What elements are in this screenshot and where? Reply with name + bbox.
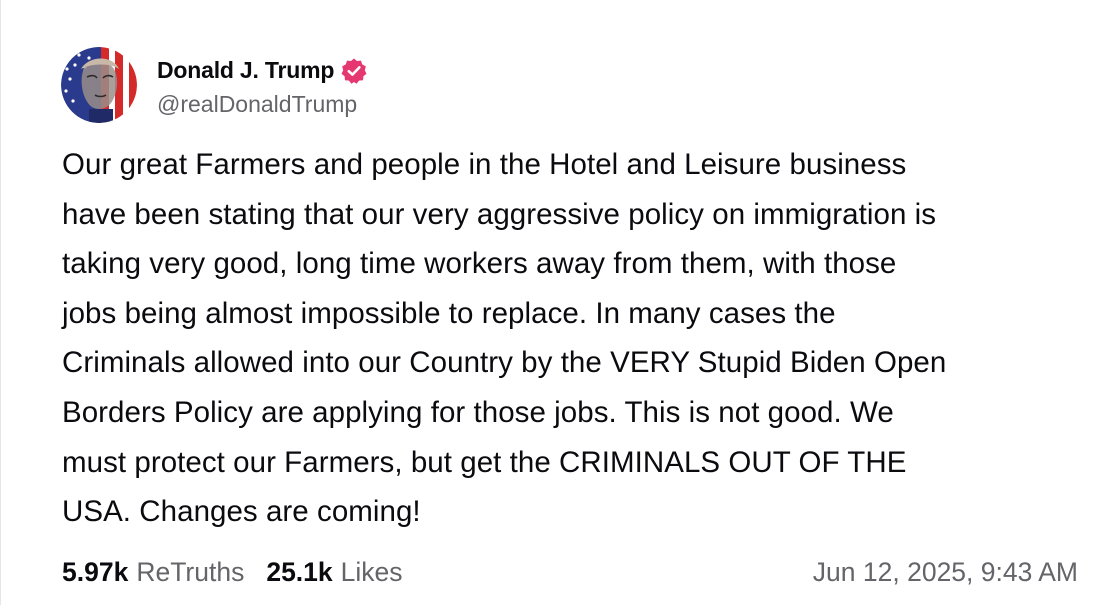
likes-label: Likes (340, 556, 403, 587)
author-handle[interactable]: @realDonaldTrump (157, 91, 368, 118)
post-text: Our great Farmers and people in the Hote… (62, 148, 947, 529)
author-identity: Donald J. Trump @realDonaldTrump (157, 53, 368, 118)
retruths-label: ReTruths (136, 556, 245, 587)
post-header: Donald J. Trump @realDonaldTrump (61, 46, 368, 124)
retruths-stat[interactable]: 5.97k ReTruths (62, 557, 244, 588)
likes-count: 25.1k (266, 556, 333, 587)
avatar[interactable] (61, 47, 137, 123)
truth-post: Donald J. Trump @realDonaldTrump Our gre… (0, 0, 1100, 605)
author-display-name[interactable]: Donald J. Trump (157, 57, 334, 84)
name-row: Donald J. Trump (157, 53, 368, 89)
post-timestamp[interactable]: Jun 12, 2025, 9:43 AM (813, 557, 1078, 588)
verified-badge-icon (340, 57, 368, 85)
retruths-count: 5.97k (62, 556, 129, 587)
likes-stat[interactable]: 25.1k Likes (266, 557, 402, 588)
post-footer: 5.97k ReTruths 25.1k Likes Jun 12, 2025,… (62, 550, 1078, 594)
avatar-image (61, 47, 137, 123)
